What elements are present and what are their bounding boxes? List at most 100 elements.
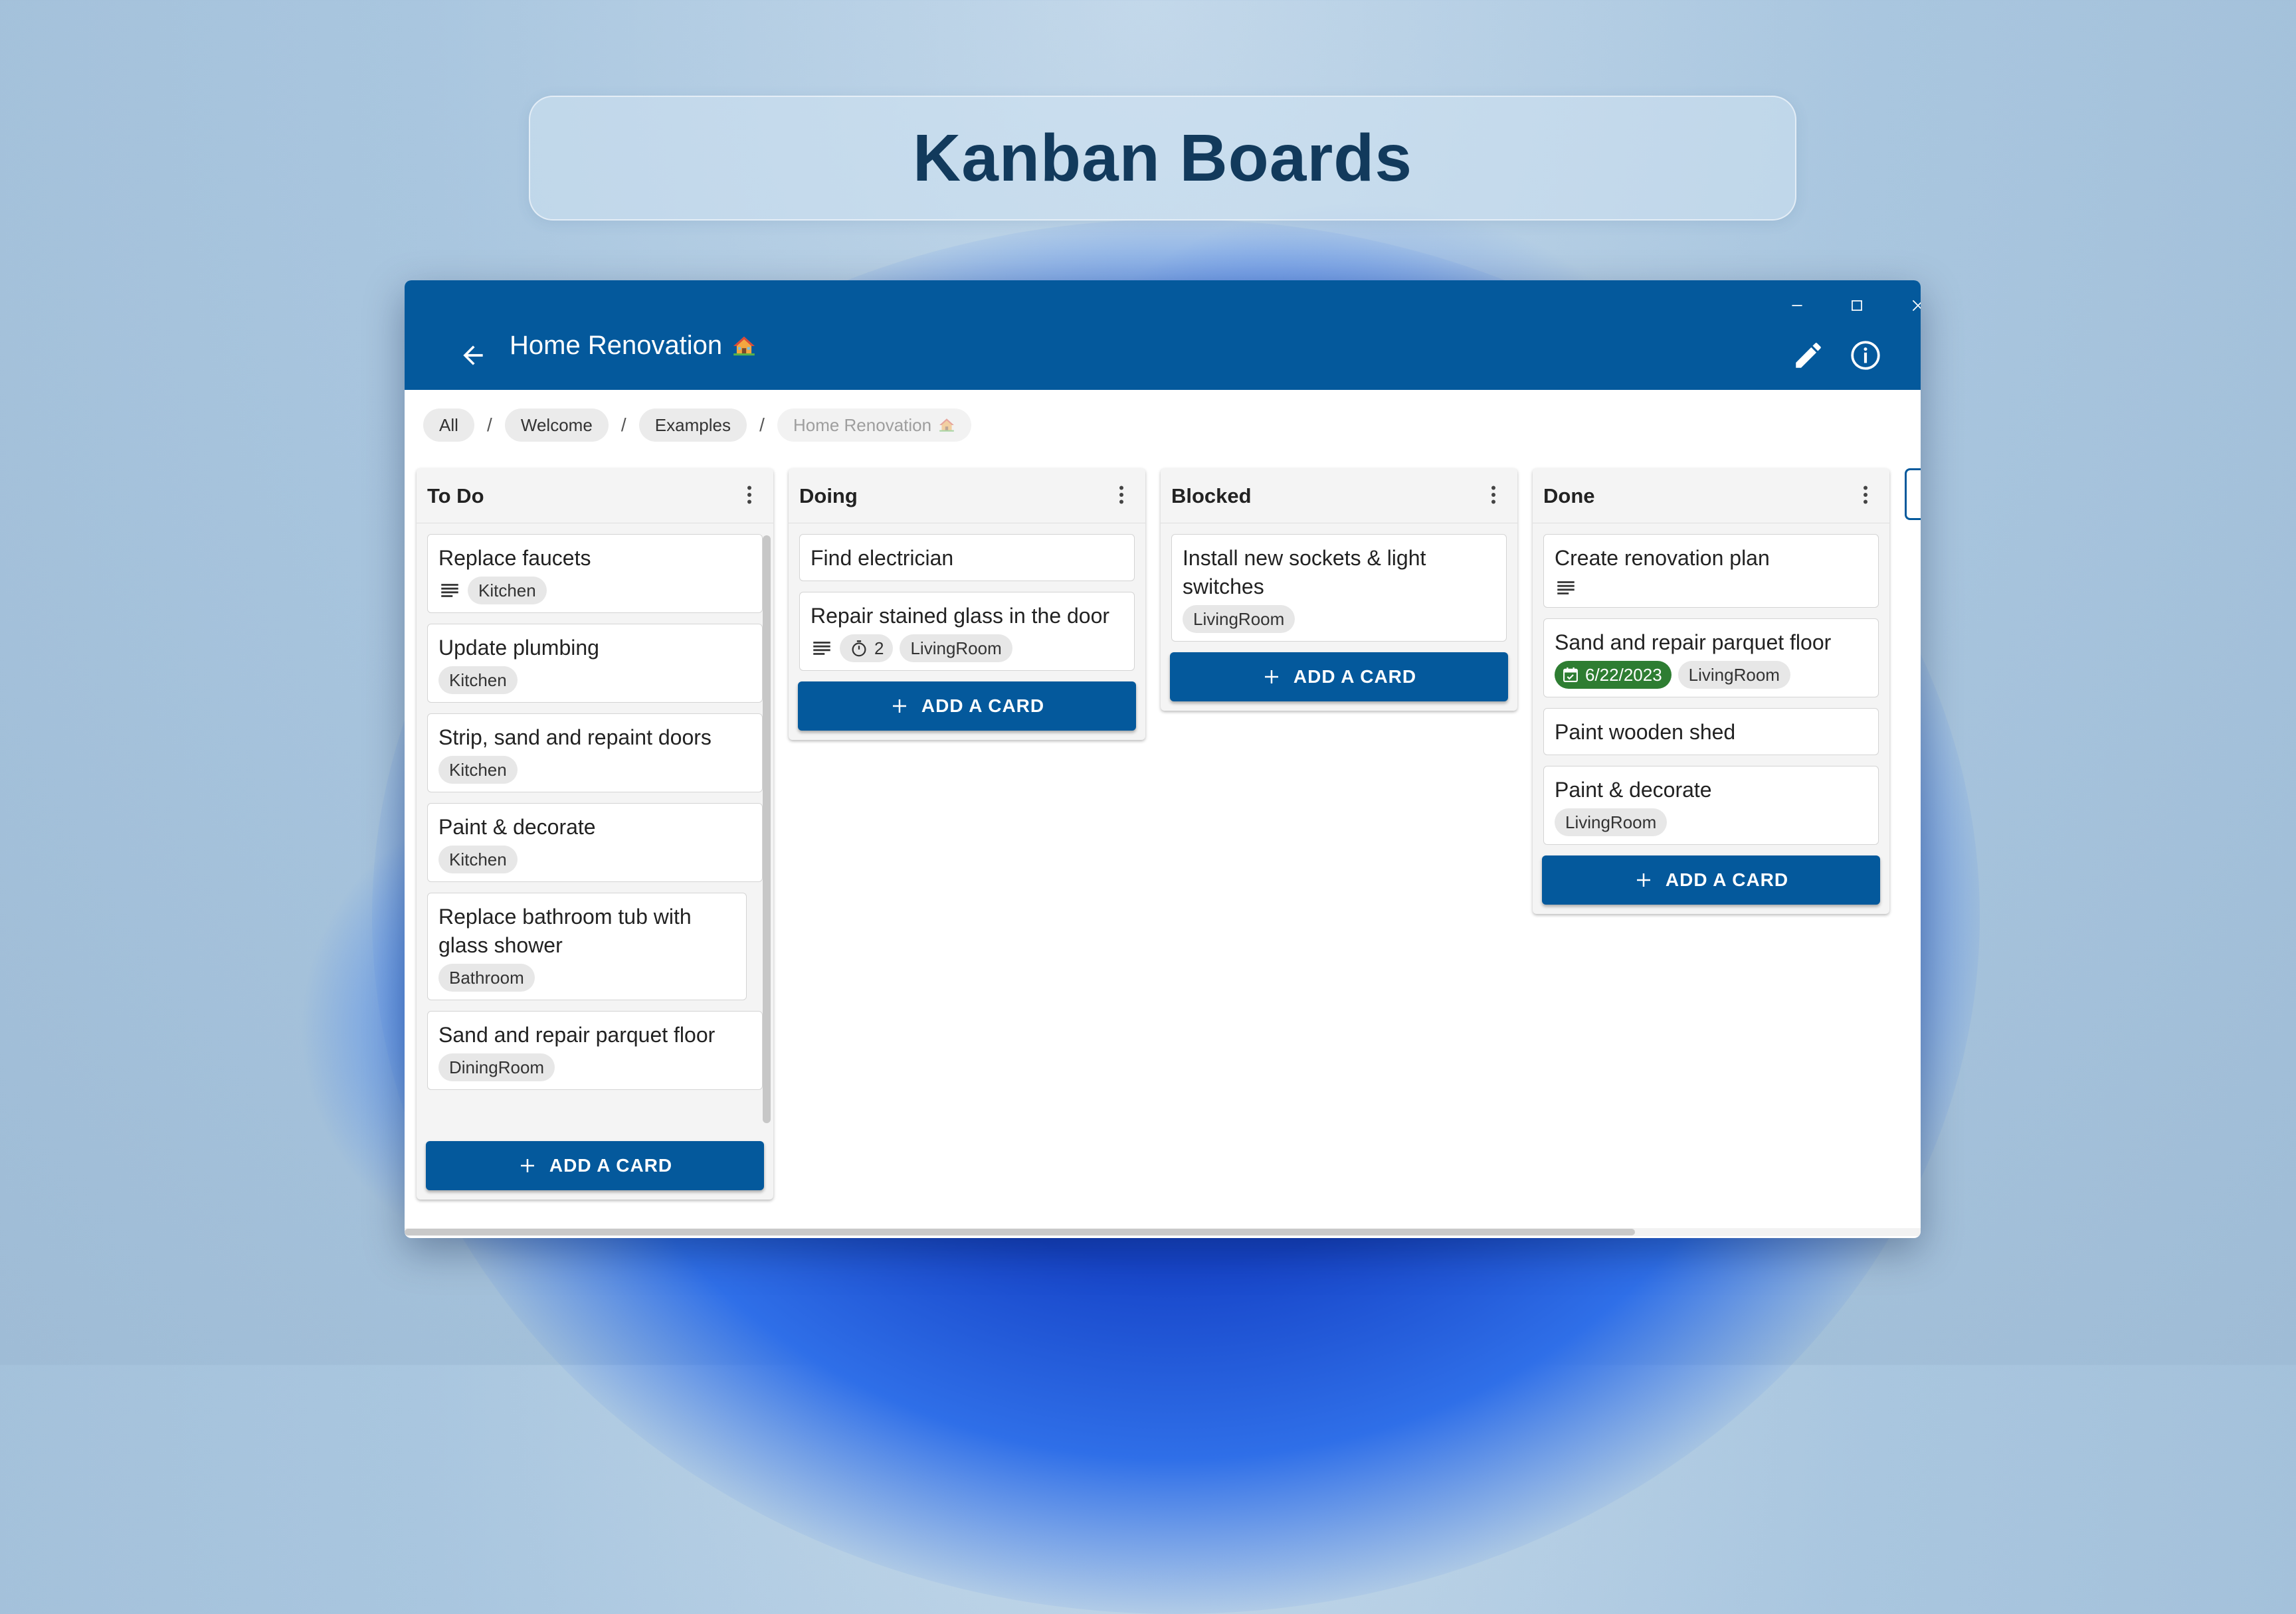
breadcrumb-item-examples[interactable]: Examples — [638, 408, 747, 442]
card-list: Install new sockets & light switches Liv… — [1161, 523, 1517, 652]
minimize-button[interactable] — [1770, 287, 1824, 324]
description-icon — [811, 637, 833, 660]
column-header: Blocked — [1161, 468, 1517, 523]
maximize-button[interactable] — [1830, 287, 1883, 324]
breadcrumb: All / Welcome / Examples / Home Renovati… — [423, 408, 972, 442]
card-meta: Kitchen — [438, 666, 751, 694]
card-title: Paint & decorate — [438, 815, 596, 839]
tag-chip: LivingRoom — [1183, 605, 1295, 633]
more-vertical-icon — [747, 486, 751, 504]
board-title-text: Home Renovation — [510, 331, 723, 360]
add-card-button[interactable]: ADD A CARD — [426, 1141, 764, 1190]
add-card-button[interactable]: ADD A CARD — [1542, 855, 1880, 905]
card-title: Sand and repair parquet floor — [1555, 630, 1832, 654]
tag-chip: Kitchen — [468, 577, 547, 604]
tag-chip: LivingRoom — [1677, 661, 1790, 689]
description-icon — [1555, 577, 1577, 599]
arrow-left-icon — [463, 345, 483, 365]
breadcrumb-separator: / — [487, 414, 492, 435]
column-header: Done — [1533, 468, 1889, 523]
column-title: Blocked — [1171, 484, 1252, 507]
close-icon — [1912, 300, 1921, 312]
banner-title: Kanban Boards — [912, 120, 1412, 195]
card[interactable]: Paint wooden shed — [1543, 708, 1879, 755]
timer-chip: 2 — [840, 634, 894, 662]
card-title: Repair stained glass in the door — [811, 604, 1110, 628]
stopwatch-icon — [852, 640, 866, 657]
column-menu-button[interactable] — [1479, 480, 1508, 509]
card[interactable]: Update plumbing Kitchen — [427, 624, 763, 703]
breadcrumb-separator: / — [621, 414, 626, 435]
tag-chip: Kitchen — [438, 756, 518, 784]
tag-chip: Kitchen — [438, 846, 518, 873]
board-title: Home Renovation — [510, 331, 757, 361]
next-column-peek[interactable] — [1905, 468, 1921, 520]
breadcrumb-current-label: Home Renovation — [793, 414, 932, 435]
card[interactable]: Strip, sand and repaint doors Kitchen — [427, 713, 763, 792]
description-icon — [438, 579, 461, 602]
card-title: Install new sockets & light switches — [1183, 546, 1426, 598]
house-emoji-icon — [938, 416, 955, 434]
tag-chip: LivingRoom — [900, 634, 1012, 662]
add-card-button[interactable]: ADD A CARD — [1170, 652, 1508, 701]
column-header: Doing — [789, 468, 1145, 523]
card[interactable]: Sand and repair parquet floor 6/22/2023 … — [1543, 618, 1879, 697]
column-menu-button[interactable] — [1107, 480, 1136, 509]
banner: Kanban Boards — [529, 96, 1796, 221]
card-meta: Kitchen — [438, 577, 751, 604]
more-vertical-icon — [1864, 486, 1867, 504]
card-meta: DiningRoom — [438, 1053, 751, 1081]
info-button[interactable] — [1837, 327, 1894, 384]
calendar-check-icon — [1563, 667, 1578, 682]
card-title: Paint wooden shed — [1555, 720, 1736, 744]
plus-icon — [520, 1159, 534, 1172]
card-meta: 2 LivingRoom — [811, 634, 1123, 662]
plus-icon — [1264, 670, 1278, 683]
column-menu-button[interactable] — [1851, 480, 1880, 509]
add-card-label: ADD A CARD — [921, 695, 1045, 716]
card-meta: Bathroom — [438, 964, 735, 992]
column-to-do: To Do Replace faucets Kitchen Update plu… — [417, 468, 773, 1200]
breadcrumb-item-all[interactable]: All — [423, 408, 474, 442]
pencil-icon — [1796, 343, 1821, 368]
column-doing: Doing Find electrician Repair stained gl… — [789, 468, 1145, 740]
more-vertical-icon — [1491, 486, 1495, 504]
card-meta: 6/22/2023 LivingRoom — [1555, 661, 1867, 689]
app-bar: Home Renovation — [405, 280, 1921, 390]
card[interactable]: Replace bathroom tub with glass shower B… — [427, 893, 747, 1000]
horizontal-scrollbar-thumb[interactable] — [405, 1229, 1635, 1235]
add-card-label: ADD A CARD — [1665, 869, 1789, 890]
card[interactable]: Install new sockets & light switches Liv… — [1171, 534, 1507, 642]
add-card-label: ADD A CARD — [1293, 666, 1417, 687]
card[interactable]: Repair stained glass in the door 2 Livin… — [799, 592, 1135, 671]
card-meta — [1555, 577, 1867, 599]
card[interactable]: Find electrician — [799, 534, 1135, 581]
column-title: To Do — [427, 484, 484, 507]
card-title: Replace faucets — [438, 546, 591, 570]
card-meta: Kitchen — [438, 756, 751, 784]
breadcrumb-item-welcome[interactable]: Welcome — [504, 408, 609, 442]
close-button[interactable] — [1891, 287, 1921, 324]
back-button[interactable] — [444, 327, 502, 384]
card-title: Find electrician — [811, 546, 954, 570]
card[interactable]: Sand and repair parquet floor DiningRoom — [427, 1011, 763, 1090]
column-title: Done — [1543, 484, 1595, 507]
vertical-scrollbar[interactable] — [763, 535, 771, 1123]
card[interactable]: Paint & decorate Kitchen — [427, 803, 763, 882]
app-window: Home Renovation All / Welcome / Examples… — [405, 280, 1921, 1238]
tag-chip: DiningRoom — [438, 1053, 555, 1081]
card[interactable]: Create renovation plan — [1543, 534, 1879, 608]
tag-chip: LivingRoom — [1555, 808, 1668, 836]
add-card-button[interactable]: ADD A CARD — [798, 681, 1136, 731]
card[interactable]: Paint & decorate LivingRoom — [1543, 766, 1879, 845]
card-list: Replace faucets Kitchen Update plumbing … — [417, 523, 773, 1132]
column-menu-button[interactable] — [735, 480, 764, 509]
card[interactable]: Replace faucets Kitchen — [427, 534, 763, 613]
card-list: Create renovation plan Sand and repair p… — [1533, 523, 1889, 855]
edit-button[interactable] — [1780, 327, 1837, 384]
breadcrumb-separator: / — [759, 414, 765, 435]
card-title: Create renovation plan — [1555, 546, 1770, 570]
plus-icon — [892, 699, 906, 713]
column-title: Doing — [799, 484, 858, 507]
card-title: Sand and repair parquet floor — [438, 1023, 716, 1047]
